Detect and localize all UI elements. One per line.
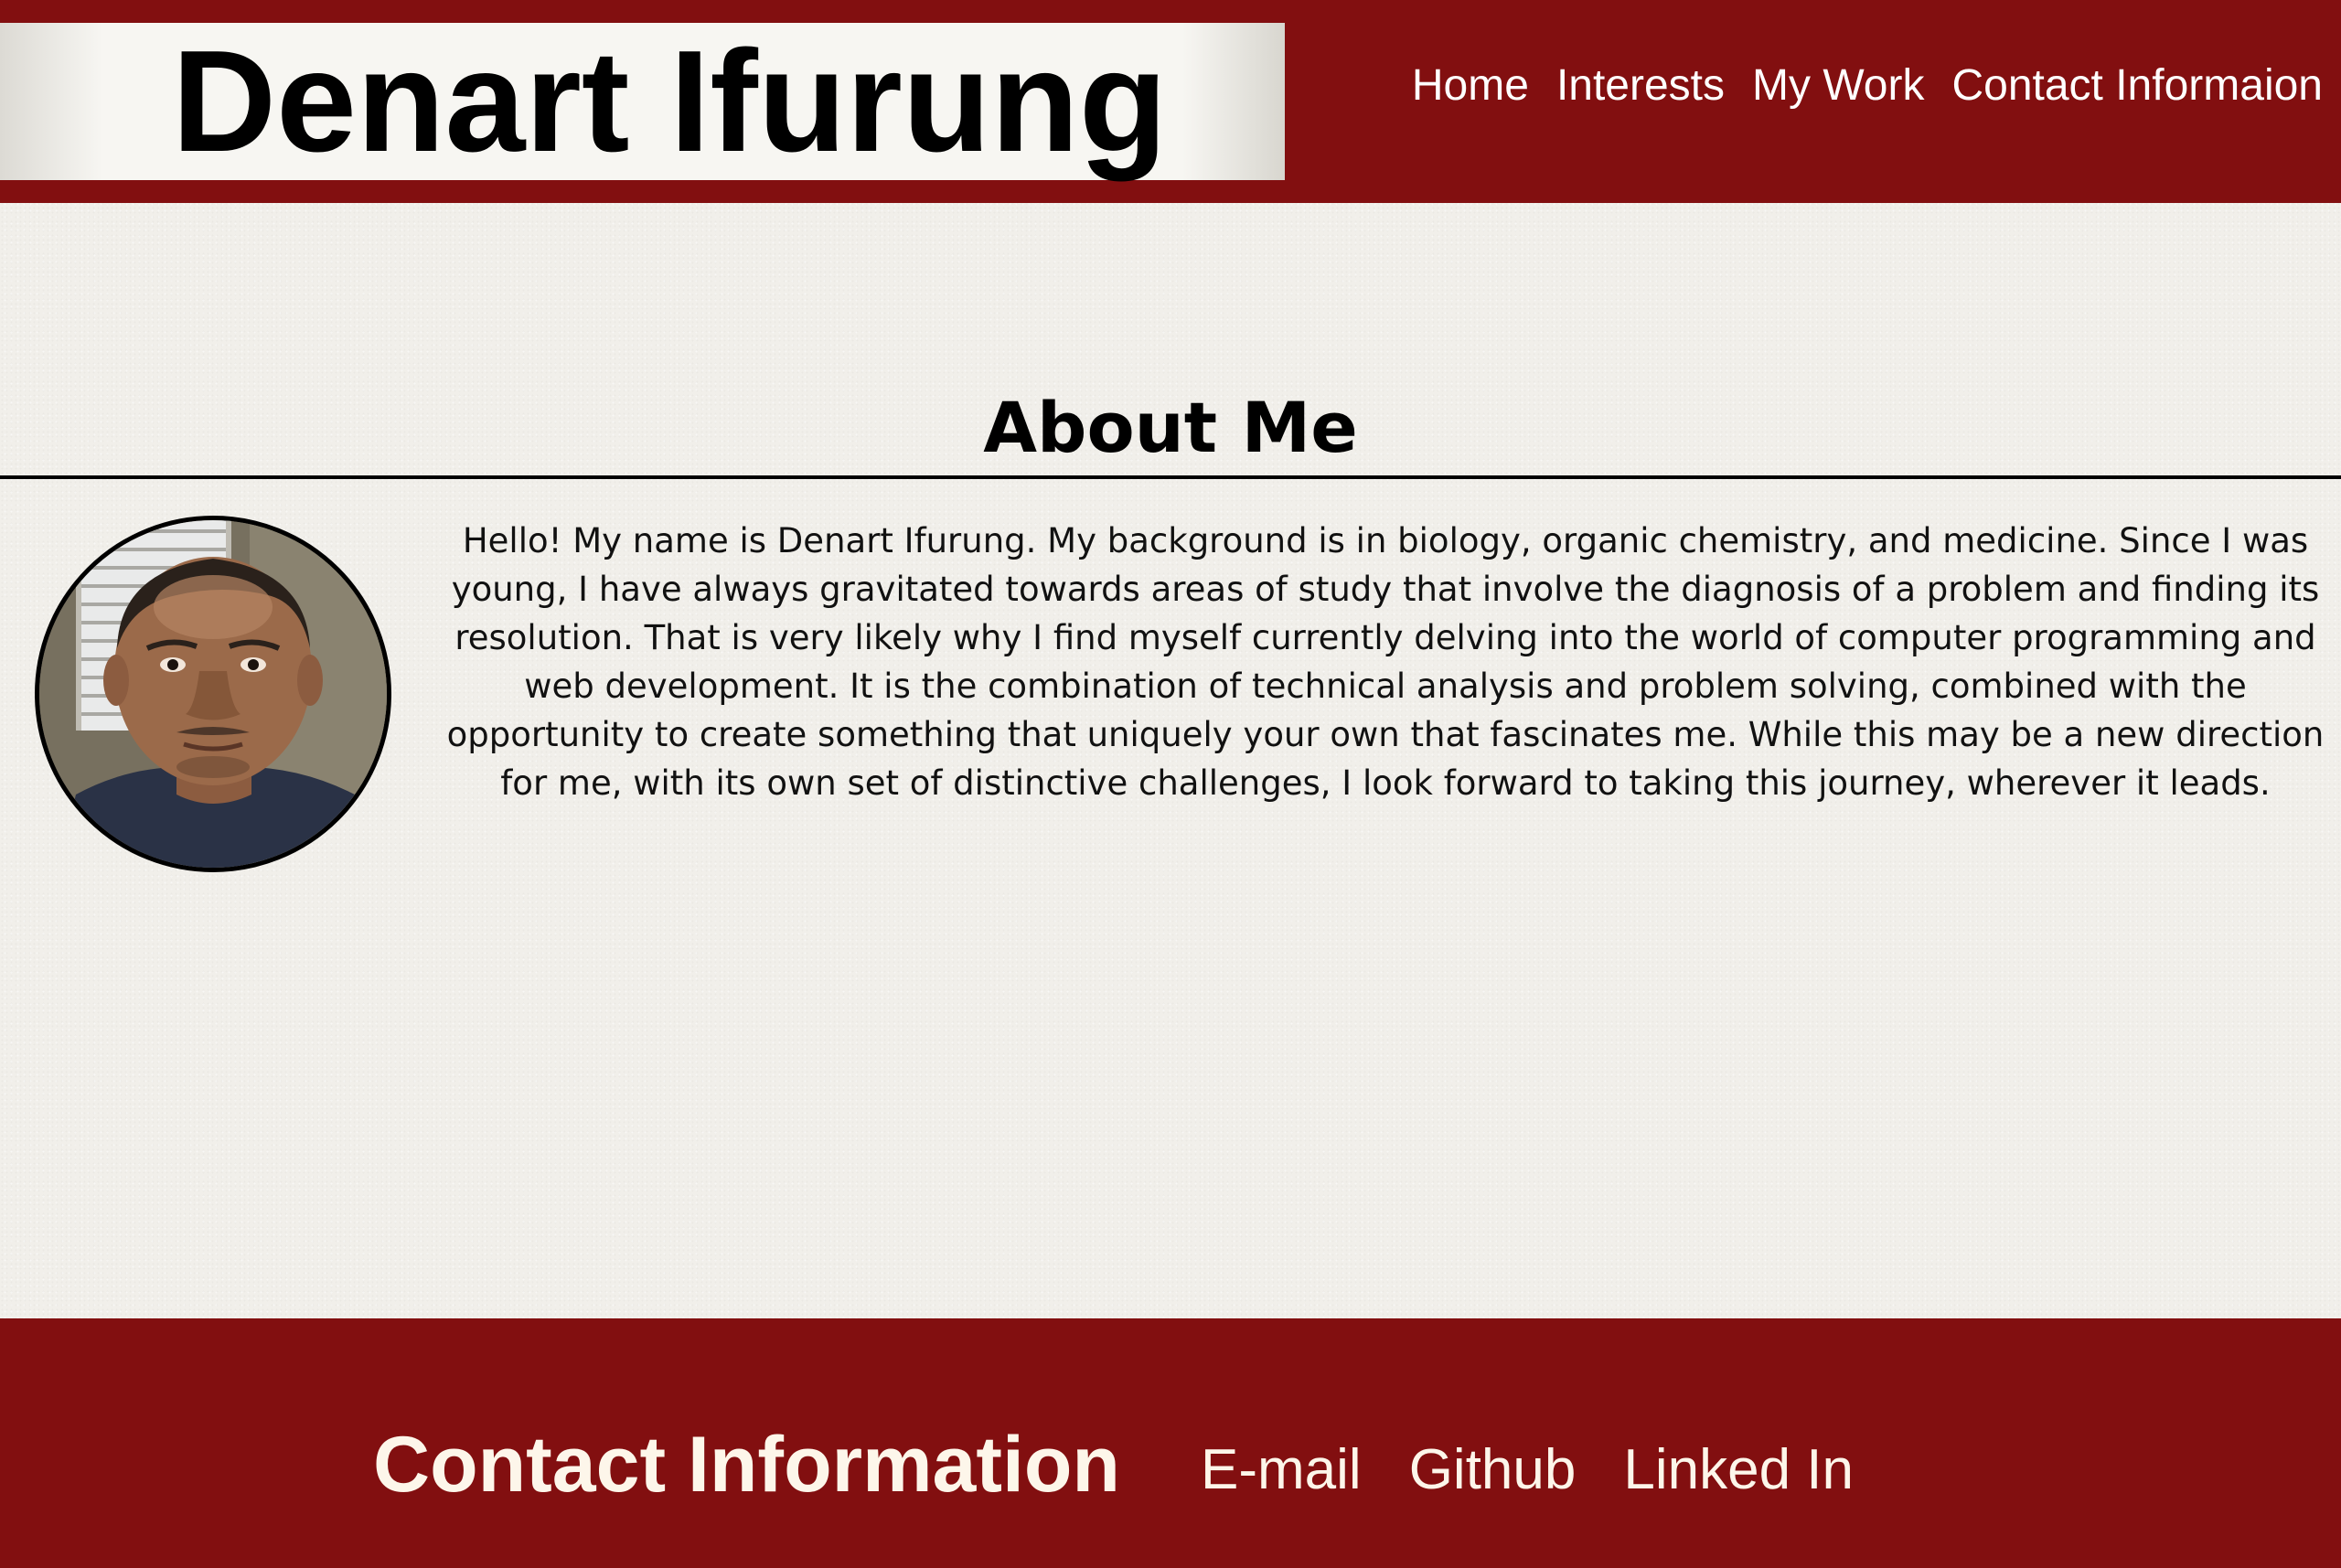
- about-bio: Hello! My name is Denart Ifurung. My bac…: [446, 521, 2325, 803]
- site-name: Denart Ifurung: [172, 21, 1168, 182]
- site-footer: Contact Information E-mail Github Linked…: [0, 1318, 2341, 1568]
- footer-links: E-mail Github Linked In: [1201, 1434, 1854, 1507]
- nav-link-contact-information[interactable]: Contact Informaion: [1951, 57, 2323, 115]
- name-banner: Denart Ifurung: [0, 23, 1285, 180]
- nav-link-home[interactable]: Home: [1412, 57, 1529, 115]
- profile-photo: [39, 520, 387, 868]
- nav-link-my-work[interactable]: My Work: [1752, 57, 1924, 115]
- main-nav: Home Interests My Work Contact Informaio…: [1412, 57, 2323, 115]
- footer-link-github[interactable]: Github: [1409, 1434, 1577, 1507]
- footer-link-email[interactable]: E-mail: [1201, 1434, 1362, 1507]
- avatar: [35, 516, 391, 872]
- section-divider: [0, 475, 2341, 479]
- site-header: Denart Ifurung Home Interests My Work Co…: [0, 0, 2341, 203]
- footer-link-linkedin[interactable]: Linked In: [1623, 1434, 1854, 1507]
- footer-title: Contact Information: [373, 1421, 1120, 1509]
- nav-link-interests[interactable]: Interests: [1556, 57, 1725, 115]
- about-title: About Me: [983, 387, 1358, 468]
